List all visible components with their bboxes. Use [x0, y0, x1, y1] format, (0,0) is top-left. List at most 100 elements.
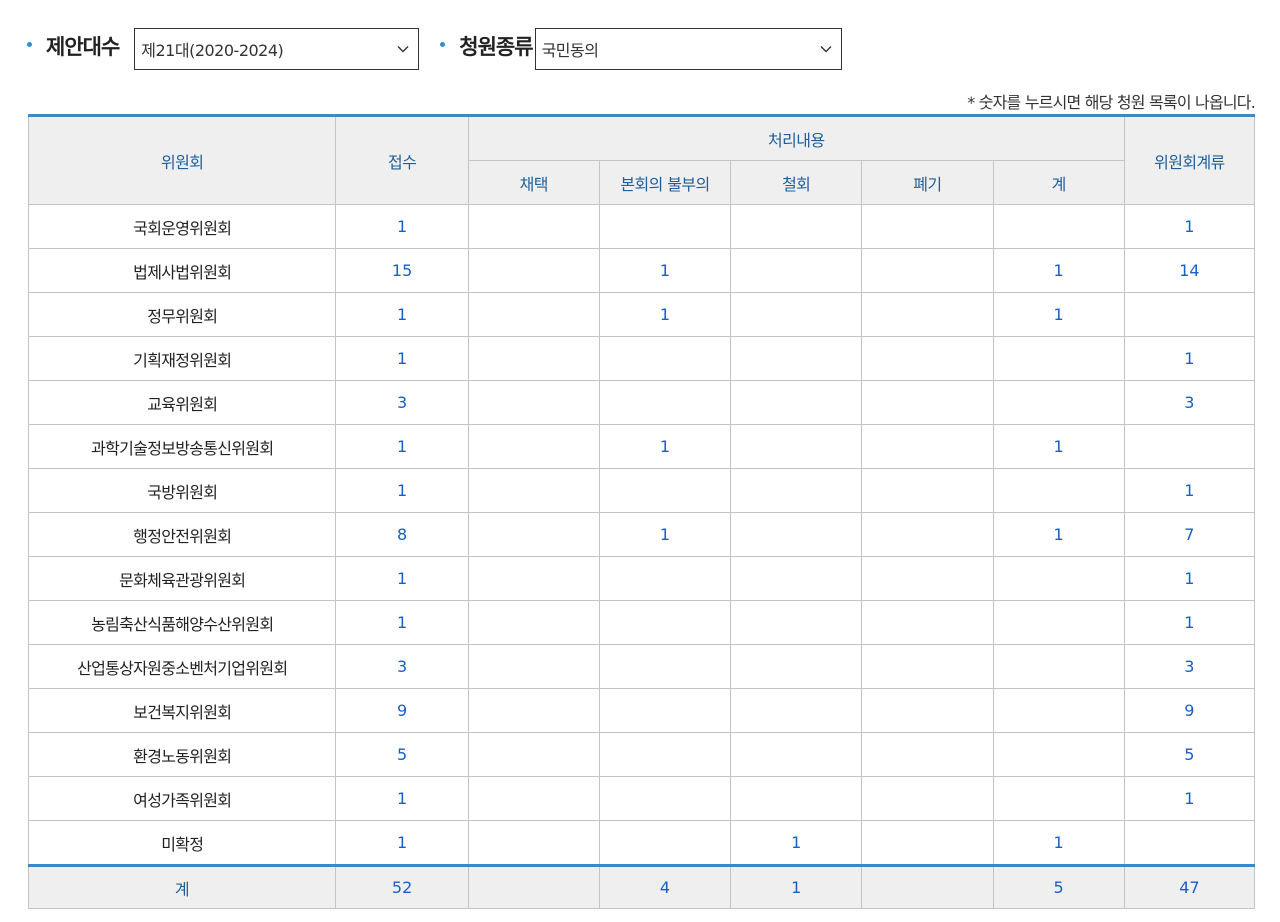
cell-adopted — [467, 292, 600, 337]
header-adopted: 채택 — [467, 160, 600, 205]
cell-not-referred — [598, 820, 732, 866]
cell-not-referred[interactable]: 1 — [598, 292, 732, 337]
cell-adopted — [467, 644, 600, 689]
cell-pending[interactable]: 1 — [1123, 336, 1256, 381]
cell-withdrawn — [730, 204, 863, 249]
cell-received[interactable]: 1 — [335, 776, 469, 821]
cell-received[interactable]: 3 — [335, 644, 469, 689]
cell-subtotal[interactable]: 1 — [992, 292, 1125, 337]
total-withdrawn[interactable]: 1 — [730, 864, 863, 909]
cell-discarded — [861, 468, 994, 513]
cell-subtotal — [992, 336, 1125, 381]
cell-withdrawn — [730, 468, 863, 513]
table-row: 국방위원회 1 1 — [27, 468, 1256, 513]
petition-stats-table: 위원회 접수 처리내용 위원회계류 채택 본회의 불부의 철회 폐기 계 국회운… — [27, 114, 1256, 909]
cell-received[interactable]: 1 — [335, 468, 469, 513]
cell-pending[interactable]: 1 — [1123, 556, 1256, 601]
cell-not-referred — [598, 204, 732, 249]
cell-received[interactable]: 1 — [335, 820, 469, 866]
total-received[interactable]: 52 — [335, 864, 469, 909]
cell-received[interactable]: 1 — [335, 292, 469, 337]
cell-pending[interactable]: 3 — [1123, 380, 1256, 425]
cell-withdrawn — [730, 512, 863, 557]
cell-withdrawn — [730, 380, 863, 425]
header-row: 위원회 접수 처리내용 위원회계류 — [27, 114, 1256, 205]
cell-subtotal[interactable]: 1 — [992, 248, 1125, 293]
cell-pending[interactable]: 1 — [1123, 600, 1256, 645]
cell-subtotal[interactable]: 1 — [992, 820, 1125, 866]
cell-received[interactable]: 1 — [335, 424, 469, 469]
cell-committee: 과학기술정보방송통신위원회 — [27, 424, 337, 469]
total-row: 계 52 4 1 5 47 — [27, 864, 1256, 909]
cell-pending[interactable]: 7 — [1123, 512, 1256, 557]
cell-received[interactable]: 8 — [335, 512, 469, 557]
total-not-referred[interactable]: 4 — [598, 864, 732, 909]
cell-withdrawn[interactable]: 1 — [730, 820, 863, 866]
table-row: 미확정 1 1 1 — [27, 820, 1256, 866]
cell-pending[interactable]: 5 — [1123, 732, 1256, 777]
total-subtotal[interactable]: 5 — [992, 864, 1125, 909]
total-pending[interactable]: 47 — [1123, 864, 1256, 909]
cell-not-referred — [598, 776, 732, 821]
cell-received[interactable]: 9 — [335, 688, 469, 733]
cell-committee: 기획재정위원회 — [27, 336, 337, 381]
cell-pending[interactable]: 1 — [1123, 204, 1256, 249]
cell-pending[interactable]: 3 — [1123, 644, 1256, 689]
cell-discarded — [861, 732, 994, 777]
cell-pending[interactable]: 14 — [1123, 248, 1256, 293]
total-discarded — [861, 864, 994, 909]
cell-not-referred — [598, 380, 732, 425]
chevron-down-icon — [819, 42, 833, 56]
table-row: 환경노동위원회 5 5 — [27, 732, 1256, 777]
cell-subtotal[interactable]: 1 — [992, 512, 1125, 557]
cell-committee: 교육위원회 — [27, 380, 337, 425]
cell-pending — [1123, 424, 1256, 469]
header-discarded: 폐기 — [861, 160, 994, 205]
cell-subtotal — [992, 468, 1125, 513]
table-row: 산업통상자원중소벤처기업위원회 3 3 — [27, 644, 1256, 689]
cell-received[interactable]: 1 — [335, 556, 469, 601]
cell-received[interactable]: 1 — [335, 336, 469, 381]
cell-committee: 법제사법위원회 — [27, 248, 337, 293]
header-received: 접수 — [335, 114, 469, 205]
cell-received[interactable]: 15 — [335, 248, 469, 293]
cell-committee: 미확정 — [27, 820, 337, 866]
cell-received[interactable]: 5 — [335, 732, 469, 777]
cell-not-referred[interactable]: 1 — [598, 512, 732, 557]
cell-committee: 환경노동위원회 — [27, 732, 337, 777]
cell-discarded — [861, 556, 994, 601]
cell-not-referred[interactable]: 1 — [598, 424, 732, 469]
cell-pending[interactable]: 9 — [1123, 688, 1256, 733]
cell-subtotal[interactable]: 1 — [992, 424, 1125, 469]
cell-discarded — [861, 776, 994, 821]
cell-discarded — [861, 204, 994, 249]
cell-not-referred[interactable]: 1 — [598, 248, 732, 293]
table-row: 국회운영위원회 1 1 — [27, 204, 1256, 249]
cell-received[interactable]: 1 — [335, 204, 469, 249]
cell-committee: 문화체육관광위원회 — [27, 556, 337, 601]
cell-subtotal — [992, 732, 1125, 777]
cell-committee: 행정안전위원회 — [27, 512, 337, 557]
type-select[interactable]: 국민동의 — [534, 28, 842, 70]
cell-received[interactable]: 3 — [335, 380, 469, 425]
cell-not-referred — [598, 336, 732, 381]
header-withdrawn: 철회 — [730, 160, 863, 205]
cell-committee: 국회운영위원회 — [27, 204, 337, 249]
cell-adopted — [467, 248, 600, 293]
cell-not-referred — [598, 644, 732, 689]
table-row: 여성가족위원회 1 1 — [27, 776, 1256, 821]
cell-adopted — [467, 468, 600, 513]
session-select[interactable]: 제21대(2020-2024) — [134, 28, 420, 70]
session-filter: 제안대수 제21대(2020-2024) — [27, 28, 420, 70]
cell-received[interactable]: 1 — [335, 600, 469, 645]
cell-pending[interactable]: 1 — [1123, 776, 1256, 821]
cell-pending[interactable]: 1 — [1123, 468, 1256, 513]
session-label: 제안대수 — [46, 35, 120, 59]
type-label: 청원종류 — [459, 35, 533, 59]
header-pending: 위원회계류 — [1123, 114, 1256, 205]
cell-withdrawn — [730, 688, 863, 733]
cell-committee: 농림축산식품해양수산위원회 — [27, 600, 337, 645]
table-row: 교육위원회 3 3 — [27, 380, 1256, 425]
cell-discarded — [861, 688, 994, 733]
type-select-value: 국민동의 — [541, 41, 599, 60]
